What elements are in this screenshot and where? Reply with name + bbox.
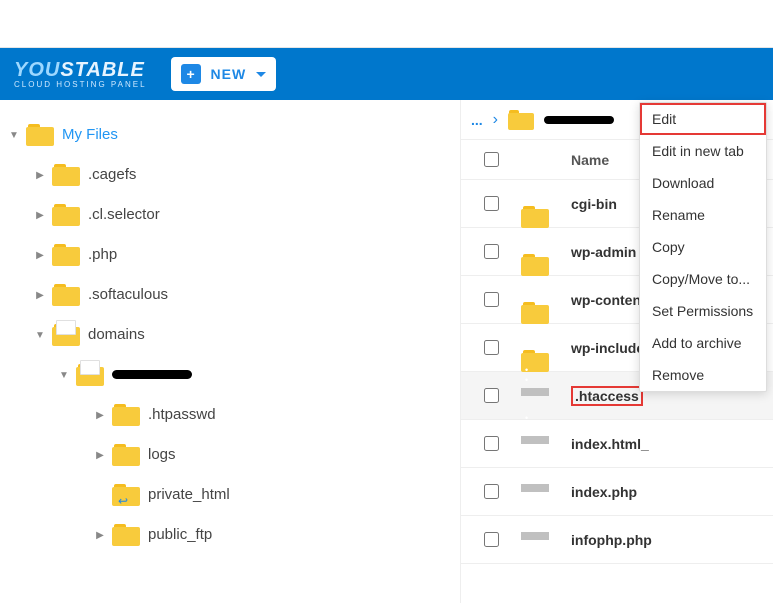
- logo: YOUSTABLE CLOUD HOSTING PANEL: [14, 59, 147, 89]
- tree-item-label: .cl.selector: [88, 206, 160, 223]
- folder-icon: [52, 202, 82, 226]
- logo-main: YOUSTABLE: [14, 59, 147, 82]
- new-button-label: NEW: [211, 66, 247, 82]
- row-checkbox[interactable]: [484, 196, 499, 211]
- tree-item-clselector[interactable]: .cl.selector: [8, 194, 452, 234]
- folder-icon: [52, 242, 82, 266]
- tree-item-private-html[interactable]: ↩ private_html: [8, 474, 452, 514]
- row-checkbox[interactable]: [484, 340, 499, 355]
- chevron-right-icon[interactable]: [94, 447, 106, 461]
- ctx-remove[interactable]: Remove: [640, 359, 766, 391]
- highlighted-name: .htaccess: [571, 386, 643, 406]
- chevron-right-icon[interactable]: [94, 527, 106, 541]
- row-checkbox[interactable]: [484, 388, 499, 403]
- chevron-right-icon[interactable]: [34, 207, 46, 221]
- tree-item-domain-redacted[interactable]: [8, 354, 452, 394]
- ctx-rename[interactable]: Rename: [640, 199, 766, 231]
- ctx-add-archive[interactable]: Add to archive: [640, 327, 766, 359]
- chevron-down-icon[interactable]: [58, 367, 70, 381]
- tree-item-label: public_ftp: [148, 526, 212, 543]
- folder-shortcut-icon: ↩: [112, 482, 142, 506]
- folder-icon: [52, 282, 82, 306]
- breadcrumb-ellipsis[interactable]: ...: [471, 112, 483, 128]
- top-gap: [0, 0, 773, 48]
- file-row[interactable]: • • •index.php: [461, 468, 773, 516]
- logo-subtitle: CLOUD HOSTING PANEL: [14, 80, 147, 89]
- file-name: infophp.php: [571, 532, 773, 548]
- chevron-down-icon[interactable]: [34, 327, 46, 341]
- select-all-checkbox[interactable]: [484, 152, 499, 167]
- folder-icon: [112, 442, 142, 466]
- ctx-copy-move[interactable]: Copy/Move to...: [640, 263, 766, 295]
- context-menu: Edit Edit in new tab Download Rename Cop…: [639, 102, 767, 392]
- chevron-right-icon[interactable]: [34, 287, 46, 301]
- new-button[interactable]: + NEW: [171, 57, 277, 91]
- ctx-set-permissions[interactable]: Set Permissions: [640, 295, 766, 327]
- content-pane: ... › Name cgi-binwp-adminwp-contentwp-i…: [460, 100, 773, 603]
- main-area: My Files .cagefs .cl.selector .php .soft…: [0, 100, 773, 603]
- tree-item-label: private_html: [148, 486, 230, 503]
- file-name: index.php: [571, 484, 773, 500]
- ctx-edit-new-tab[interactable]: Edit in new tab: [640, 135, 766, 167]
- ctx-edit[interactable]: Edit: [640, 103, 766, 135]
- chevron-right-icon[interactable]: [34, 167, 46, 181]
- tree-item-label: .softaculous: [88, 286, 168, 303]
- row-checkbox[interactable]: [484, 244, 499, 259]
- ctx-copy[interactable]: Copy: [640, 231, 766, 263]
- tree-item-domains[interactable]: domains: [8, 314, 452, 354]
- plus-icon: +: [181, 64, 201, 84]
- tree-item-php[interactable]: .php: [8, 234, 452, 274]
- chevron-down-icon[interactable]: [8, 127, 20, 141]
- tree-root[interactable]: My Files: [8, 114, 452, 154]
- folder-icon: [52, 162, 82, 186]
- tree-item-cagefs[interactable]: .cagefs: [8, 154, 452, 194]
- tree-item-label: .htpasswd: [148, 406, 216, 423]
- ctx-download[interactable]: Download: [640, 167, 766, 199]
- tree-item-htpasswd[interactable]: .htpasswd: [8, 394, 452, 434]
- tree-item-public-ftp[interactable]: public_ftp: [8, 514, 452, 554]
- row-checkbox[interactable]: [484, 532, 499, 547]
- file-row[interactable]: • • •infophp.php: [461, 516, 773, 564]
- tree-item-label: .php: [88, 246, 117, 263]
- logo-stable: STABLE: [60, 59, 145, 81]
- chevron-right-icon: ›: [493, 111, 498, 129]
- sidebar: My Files .cagefs .cl.selector .php .soft…: [0, 100, 460, 603]
- chevron-right-icon[interactable]: [94, 407, 106, 421]
- caret-down-icon: [256, 72, 266, 77]
- tree-item-softaculous[interactable]: .softaculous: [8, 274, 452, 314]
- redacted-text: [112, 370, 192, 379]
- tree-root-label: My Files: [62, 126, 118, 143]
- tree-item-logs[interactable]: logs: [8, 434, 452, 474]
- tree-item-label: logs: [148, 446, 176, 463]
- folder-icon: [26, 122, 56, 146]
- logo-you: YOU: [14, 59, 60, 81]
- row-checkbox[interactable]: [484, 484, 499, 499]
- folder-icon: [76, 362, 106, 386]
- file-row[interactable]: • • •index.html_: [461, 420, 773, 468]
- row-checkbox[interactable]: [484, 292, 499, 307]
- folder-icon: [52, 322, 82, 346]
- tree-item-label: domains: [88, 326, 145, 343]
- tree-item-label: .cagefs: [88, 166, 136, 183]
- row-checkbox[interactable]: [484, 436, 499, 451]
- file-name: index.html_: [571, 436, 773, 452]
- folder-icon: [112, 522, 142, 546]
- chevron-right-icon[interactable]: [34, 247, 46, 261]
- redacted-text: [544, 116, 614, 124]
- folder-icon[interactable]: [508, 110, 534, 130]
- header-bar: YOUSTABLE CLOUD HOSTING PANEL + NEW: [0, 48, 773, 100]
- folder-icon: [112, 402, 142, 426]
